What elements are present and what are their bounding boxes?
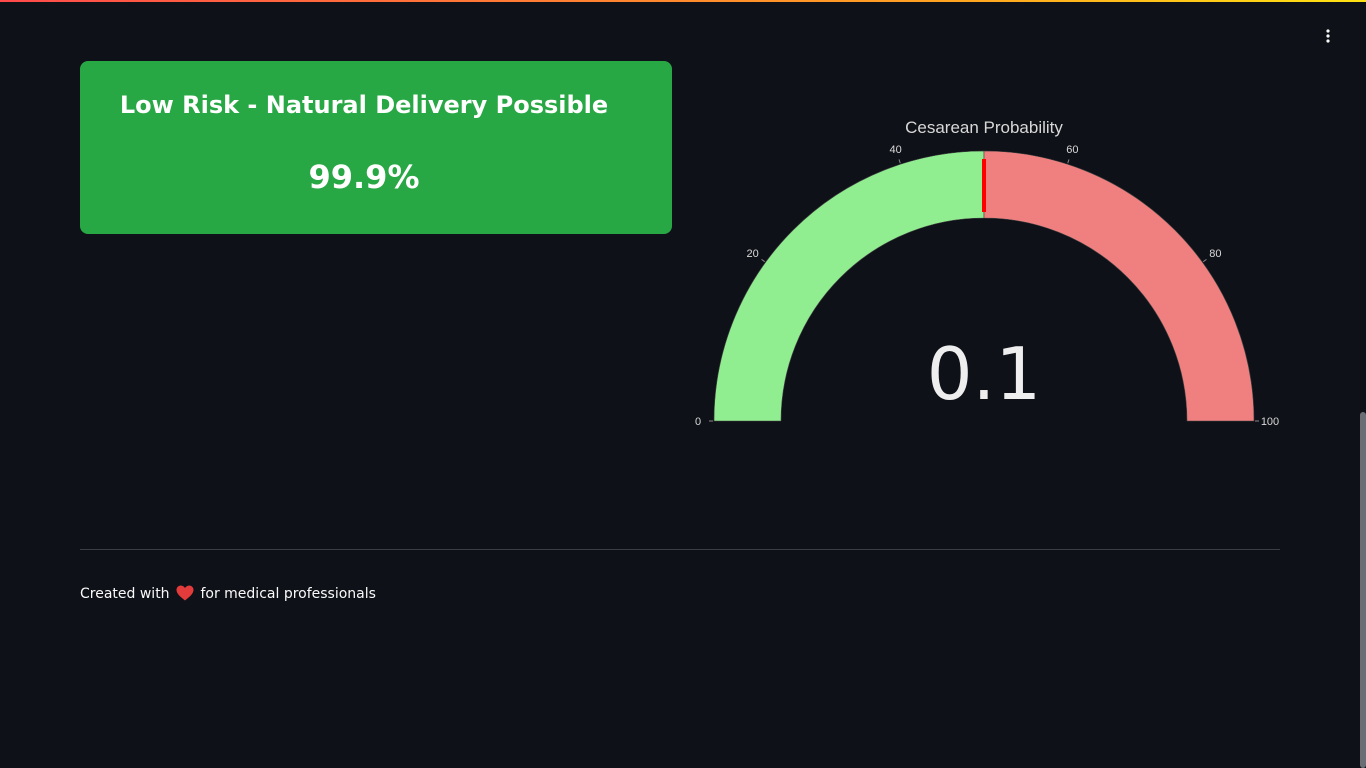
cesarean-probability-gauge: Cesarean Probability 0 20 40 60 80 100 0.1	[695, 118, 1279, 428]
gauge-tick-label: 80	[1209, 248, 1221, 260]
gauge-tick-label: 60	[1066, 144, 1078, 156]
main-menu-button[interactable]	[1314, 24, 1342, 48]
footer: Created with for medical professionals	[80, 584, 376, 604]
gauge-tick-label: 0	[695, 416, 701, 428]
risk-result-card: Low Risk - Natural Delivery Possible 99.…	[80, 61, 672, 234]
gauge-tick-mark	[1202, 258, 1207, 263]
gauge-tick-mark	[898, 159, 901, 164]
top-decoration-bar	[0, 0, 1366, 2]
divider	[80, 549, 1280, 550]
risk-title: Low Risk - Natural Delivery Possible	[119, 91, 609, 119]
gauge-tick-mark	[1067, 159, 1070, 164]
footer-text-start: Created with	[80, 586, 170, 602]
gauge-title: Cesarean Probability	[905, 118, 1063, 137]
page-scrollbar[interactable]	[1360, 412, 1366, 768]
footer-text-end: for medical professionals	[200, 586, 376, 602]
gauge-tick-label: 40	[889, 144, 901, 156]
heart-icon	[176, 585, 194, 601]
risk-percentage: 99.9%	[308, 158, 420, 196]
gauge-tick-label: 20	[746, 248, 758, 260]
vertical-ellipsis-icon	[1326, 29, 1330, 43]
gauge-value: 0.1	[927, 332, 1042, 416]
gauge-tick-mark	[761, 258, 766, 263]
gauge-tick-label: 100	[1261, 416, 1279, 428]
